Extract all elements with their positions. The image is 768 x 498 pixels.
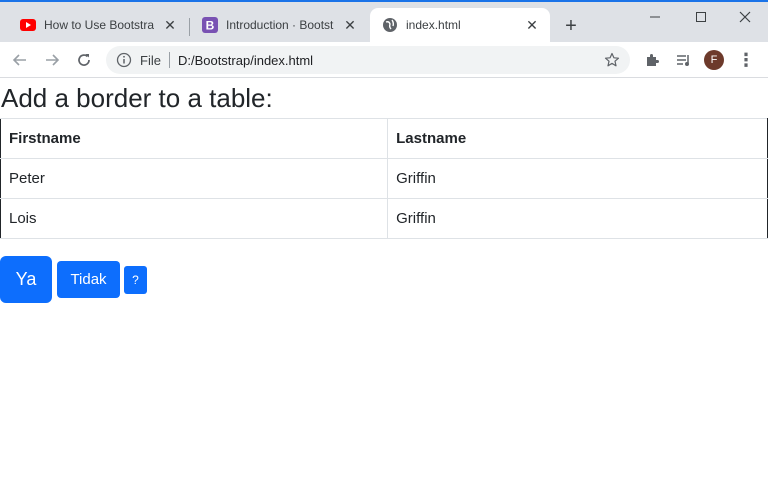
url-divider — [168, 52, 170, 68]
url-scheme: File — [140, 52, 161, 68]
media-control-button[interactable] — [672, 48, 696, 72]
bookmark-star-icon[interactable] — [602, 50, 622, 70]
close-tab-icon[interactable]: ✕ — [524, 17, 540, 33]
tab-title: index.html — [406, 18, 461, 32]
close-tab-icon[interactable]: ✕ — [342, 17, 358, 33]
playlist-icon — [677, 55, 689, 66]
tab-title: How to Use Bootstrap — [44, 18, 154, 32]
column-header-lastname: Lastname — [387, 118, 768, 159]
maximize-icon — [696, 12, 706, 22]
svg-text:B: B — [206, 19, 215, 33]
puzzle-icon — [647, 54, 659, 66]
forward-button[interactable] — [40, 48, 64, 72]
table-row: Peter Griffin — [0, 158, 768, 199]
tab-strip: How to Use Bootstrap ✕ B Introduction · … — [0, 0, 768, 42]
page-heading: Add a border to a table: — [1, 83, 273, 113]
table-cell: Griffin — [387, 158, 768, 199]
back-arrow-icon — [12, 54, 26, 66]
table-cell: Lois — [0, 198, 389, 239]
minimize-button[interactable] — [632, 2, 678, 32]
youtube-icon — [20, 17, 36, 33]
ya-button[interactable]: Ya — [0, 256, 52, 303]
profile-avatar[interactable]: F — [704, 50, 724, 70]
tab-title: Introduction · Bootstrap — [226, 18, 334, 32]
table-row: Lois Griffin — [0, 198, 768, 239]
forward-arrow-icon — [46, 54, 60, 66]
tab-index-html[interactable]: index.html ✕ — [370, 8, 550, 42]
table-cell: Peter — [0, 158, 389, 199]
page-content: Add a border to a table: Firstname Lastn… — [0, 78, 768, 498]
window-close-button[interactable] — [722, 2, 768, 32]
menu-kebab-icon[interactable]: ⋮ — [734, 48, 758, 72]
bootstrap-icon: B — [202, 17, 218, 33]
minimize-icon — [650, 16, 660, 18]
new-tab-button[interactable]: + — [560, 15, 582, 37]
reload-button[interactable] — [72, 48, 96, 72]
question-button[interactable]: ? — [124, 266, 147, 294]
maximize-button[interactable] — [678, 2, 724, 32]
tidak-button[interactable]: Tidak — [57, 261, 120, 298]
browser-window: How to Use Bootstrap ✕ B Introduction · … — [0, 0, 768, 498]
window-close-icon — [739, 11, 751, 23]
table-header-row: Firstname Lastname — [0, 118, 768, 159]
tab-youtube[interactable]: How to Use Bootstrap ✕ — [8, 8, 188, 42]
table-cell: Griffin — [387, 198, 768, 239]
globe-icon — [382, 17, 398, 33]
close-tab-icon[interactable]: ✕ — [162, 17, 178, 33]
bordered-table: Firstname Lastname Peter Griffin Lois Gr… — [0, 118, 768, 239]
tab-bootstrap[interactable]: B Introduction · Bootstrap ✕ — [190, 8, 368, 42]
address-bar[interactable]: File D:/Bootstrap/index.html — [106, 46, 630, 74]
browser-toolbar: File D:/Bootstrap/index.html F ⋮ — [0, 42, 768, 78]
back-button[interactable] — [8, 48, 32, 72]
column-header-firstname: Firstname — [0, 118, 389, 159]
info-icon[interactable] — [116, 52, 132, 68]
extensions-button[interactable] — [640, 48, 664, 72]
reload-icon — [78, 54, 90, 66]
url-text[interactable]: D:/Bootstrap/index.html — [178, 53, 602, 68]
